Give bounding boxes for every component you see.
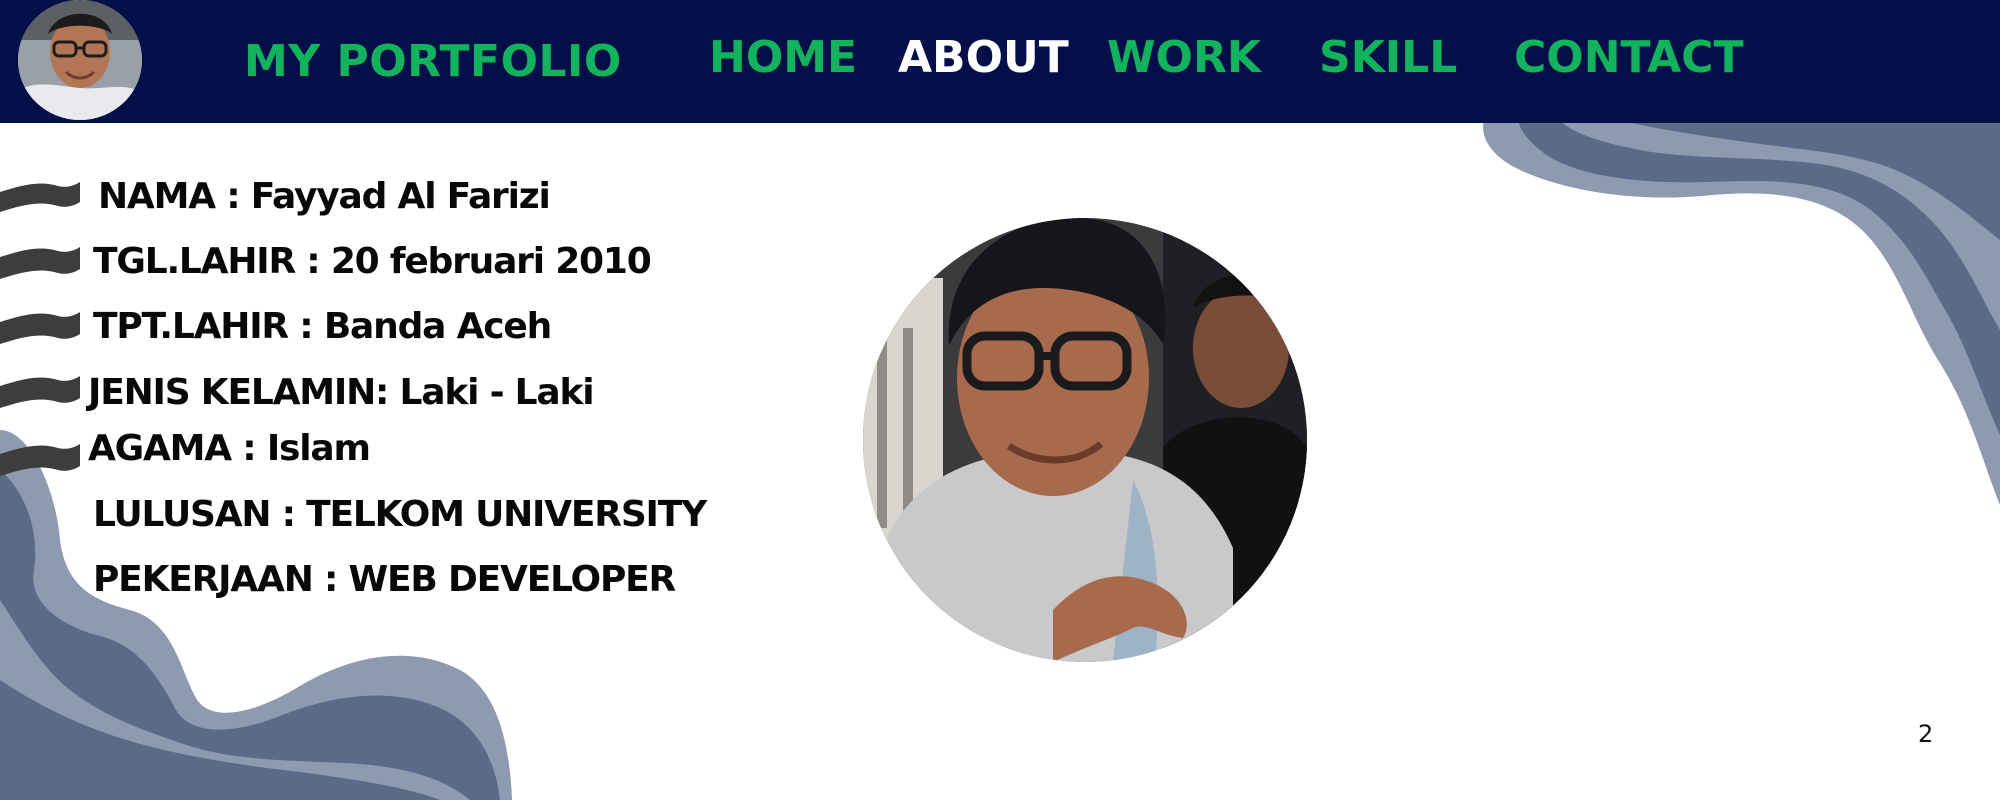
wave-bullet-icon xyxy=(0,376,80,408)
avatar xyxy=(18,0,142,120)
wave-bullet-icon xyxy=(0,247,80,279)
wave-bullet-icon xyxy=(0,182,80,212)
profile-photo xyxy=(863,218,1307,662)
nav-skill[interactable]: SKILL xyxy=(1319,32,1457,83)
info-religion: AGAMA : Islam xyxy=(88,428,371,469)
nav-about[interactable]: ABOUT xyxy=(898,32,1069,83)
nav-contact[interactable]: CONTACT xyxy=(1514,32,1743,83)
nav-home[interactable]: HOME xyxy=(709,32,857,83)
info-birthdate: TGL.LAHIR : 20 februari 2010 xyxy=(93,241,652,282)
info-name: NAMA : Fayyad Al Farizi xyxy=(98,176,551,217)
info-occupation: PEKERJAAN : WEB DEVELOPER xyxy=(93,559,676,600)
wave-bullet-icon xyxy=(0,444,80,476)
top-navbar: MY PORTFOLIO HOME ABOUT WORK SKILL CONTA… xyxy=(0,0,2000,123)
wave-bullet-icon xyxy=(0,312,80,344)
nav-work[interactable]: WORK xyxy=(1107,32,1261,83)
info-birthplace: TPT.LAHIR : Banda Aceh xyxy=(93,306,552,347)
top-right-wave-decoration xyxy=(1483,120,2000,505)
info-gender: JENIS KELAMIN: Laki - Laki xyxy=(88,372,595,413)
page-number: 2 xyxy=(1918,720,1934,748)
info-education: LULUSAN : TELKOM UNIVERSITY xyxy=(93,494,707,535)
site-title[interactable]: MY PORTFOLIO xyxy=(244,36,622,87)
